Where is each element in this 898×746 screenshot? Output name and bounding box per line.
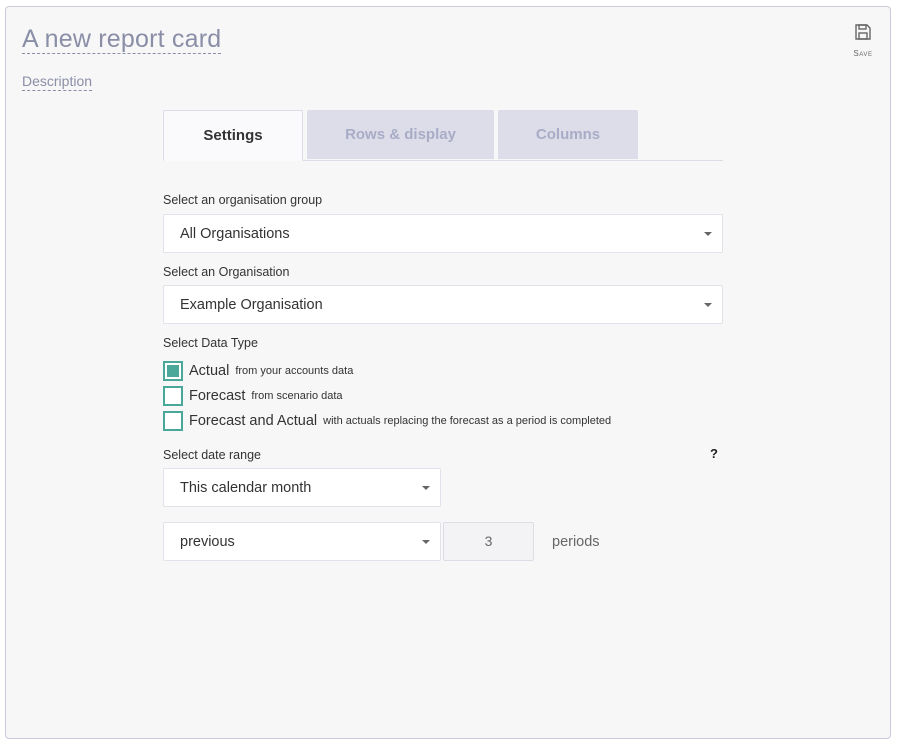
checkbox-actual[interactable]: [163, 361, 183, 381]
tab-rows-display-label: Rows & display: [345, 126, 456, 143]
caret-down-icon: [704, 303, 712, 307]
card-title[interactable]: A new report card: [22, 25, 222, 54]
org-group-value: All Organisations: [180, 225, 290, 242]
tab-rows-display[interactable]: Rows & display: [307, 110, 494, 159]
checkbox-forecast[interactable]: [163, 386, 183, 406]
direction-value: previous: [180, 533, 235, 550]
tab-columns[interactable]: Columns: [498, 110, 638, 159]
data-type-forecast[interactable]: Forecast from scenario data: [163, 386, 343, 406]
checkbox-forecast-label: Forecast: [189, 388, 246, 404]
save-button[interactable]: Save: [850, 23, 876, 58]
org-label: Select an Organisation: [163, 265, 290, 279]
org-select[interactable]: Example Organisation: [163, 285, 723, 324]
date-range-label: Select date range: [163, 448, 261, 462]
data-type-forecast-actual[interactable]: Forecast and Actual with actuals replaci…: [163, 411, 611, 431]
date-range-value: This calendar month: [180, 479, 312, 496]
data-type-actual[interactable]: Actual from your accounts data: [163, 361, 353, 381]
tab-bar: Settings Rows & display Columns: [163, 110, 723, 161]
direction-select[interactable]: previous: [163, 522, 441, 561]
save-icon: [854, 23, 872, 46]
checkbox-forecast-actual-sub: with actuals replacing the forecast as a…: [323, 415, 612, 427]
checkbox-forecast-actual-label: Forecast and Actual: [189, 413, 318, 429]
caret-down-icon: [422, 540, 430, 544]
org-group-select[interactable]: All Organisations: [163, 214, 723, 253]
card-description[interactable]: Description: [22, 73, 93, 91]
tab-settings[interactable]: Settings: [163, 110, 303, 161]
org-group-label: Select an organisation group: [163, 193, 323, 207]
tab-settings-label: Settings: [203, 127, 263, 144]
caret-down-icon: [704, 232, 712, 236]
checkbox-actual-label: Actual: [189, 363, 230, 379]
date-range-select[interactable]: This calendar month: [163, 468, 441, 507]
checkbox-actual-sub: from your accounts data: [235, 365, 354, 377]
checkbox-forecast-actual[interactable]: [163, 411, 183, 431]
org-value: Example Organisation: [180, 296, 323, 313]
periods-input[interactable]: 3: [443, 522, 534, 561]
tab-columns-label: Columns: [535, 126, 601, 143]
data-type-label: Select Data Type: [163, 336, 258, 350]
save-label: Save: [853, 49, 873, 58]
checkbox-forecast-sub: from scenario data: [251, 390, 343, 402]
periods-label: periods: [552, 534, 600, 550]
caret-down-icon: [422, 486, 430, 490]
help-icon[interactable]: ?: [710, 446, 718, 461]
